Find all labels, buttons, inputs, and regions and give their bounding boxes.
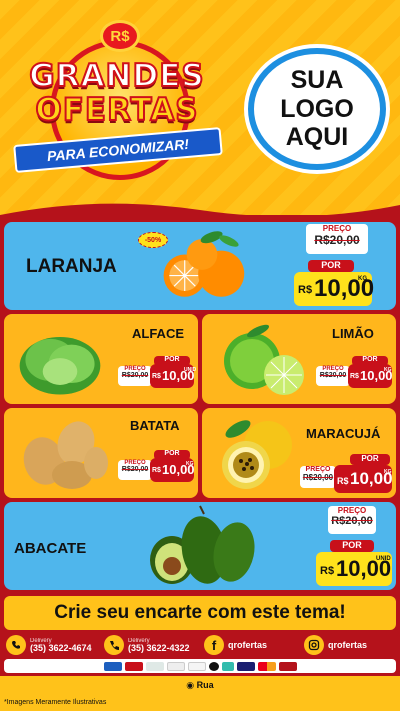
visa-icon (236, 661, 255, 671)
price-tag: R$ 10,00 KG (150, 458, 195, 482)
preco-label: PREÇO (305, 466, 331, 473)
product-name: ABACATE (14, 540, 87, 557)
unit: KG (186, 461, 194, 467)
price-tag: R$ 10,00 KG (334, 465, 393, 493)
currency: R$ (152, 373, 161, 380)
instagram-handle: qrofertas (328, 639, 368, 650)
location-pin-icon: ◉ (186, 680, 195, 690)
phone-icon (104, 635, 124, 655)
unit: KG (384, 469, 392, 475)
por-label: POR (308, 260, 354, 272)
currency: R$ (298, 284, 313, 296)
price-tag: R$ 10,00 KG (348, 364, 393, 388)
preco-label: PREÇO (337, 506, 367, 515)
currency: R$ (152, 467, 161, 474)
unit: KG (358, 276, 367, 282)
product-card-abacate[interactable]: ABACATE PREÇO R$20,00 POR R$ 10,00 UNID (4, 502, 396, 590)
card-icon (166, 661, 185, 671)
old-price-tag: PREÇO R$20,00 (300, 466, 336, 488)
product-card-maracuja[interactable]: MARACUJÁ POR PREÇO R$20,00 R$ 10,00 KG (202, 408, 396, 498)
coin-icon: R$ (100, 20, 140, 52)
old-price-tag: PREÇO R$20,00 (316, 366, 350, 386)
facebook-handle: qrofertas (228, 639, 268, 650)
currency: R$ (320, 565, 335, 577)
por-label: POR (350, 454, 390, 465)
instagram-contact[interactable]: qrofertas (304, 634, 367, 656)
phone-contact[interactable]: Delivery (35) 3622-4322 (104, 634, 190, 656)
price-tag: R$ 10,00 UNID (316, 552, 392, 586)
old-price-tag: PREÇO R$20,00 (118, 366, 152, 386)
price-tag: R$ 10,00 KG (294, 272, 374, 306)
por-label: POR (330, 540, 374, 552)
logo-line1: SUA (290, 65, 344, 94)
preco-label: PREÇO (322, 224, 352, 233)
card-icon (103, 661, 122, 671)
pix-icon (221, 661, 234, 671)
cta-banner[interactable]: Crie seu encarte com este tema! (4, 596, 396, 630)
avocado-image (150, 505, 255, 584)
product-card-batata[interactable]: BATATA POR PREÇO R$20,00 R$ 10,00 KG (4, 408, 198, 498)
lime-image (224, 324, 304, 395)
card-icon (124, 661, 143, 671)
pix-icon (145, 661, 164, 671)
price-tag: R$ 10,00 UNID (150, 364, 197, 388)
address: ◉ Rua (0, 680, 400, 691)
payment-methods (4, 659, 396, 673)
old-price: R$20,00 (121, 372, 149, 379)
product-name: ALFACE (132, 326, 184, 341)
grandes-ofertas-badge: R$ GRANDES OFERTAS PARA ECONOMIZAR! (12, 18, 223, 188)
product-card-laranja[interactable]: LARANJA -50% PREÇO R$20,00 POR R$ 10,00 … (4, 222, 396, 310)
old-price: R$20,00 (331, 515, 373, 527)
old-price-tag: PREÇO R$20,00 (306, 224, 368, 254)
potato-image (23, 421, 108, 489)
elo-icon (208, 661, 219, 671)
currency: R$ (350, 373, 359, 380)
whatsapp-icon (6, 635, 26, 655)
logo-placeholder[interactable]: SUA LOGO AQUI (248, 48, 386, 170)
lettuce-image (19, 336, 101, 395)
product-name: LIMÃO (332, 326, 374, 341)
facebook-contact[interactable]: f qrofertas (204, 634, 267, 656)
product-name: BATATA (130, 418, 180, 433)
disclaimer: *Imagens Meramente Ilustrativas (4, 699, 107, 706)
passion-fruit-image (222, 420, 292, 489)
product-card-alface[interactable]: ALFACE POR PREÇO R$20,00 R$ 10,00 UNID (4, 314, 198, 404)
logo-line2: LOGO (280, 94, 354, 123)
old-price: R$20,00 (302, 473, 334, 482)
title-ofertas: OFERTAS (34, 91, 199, 129)
instagram-icon (304, 635, 324, 655)
old-price-tag: PREÇO R$20,00 (328, 506, 376, 534)
whatsapp-label: Delivery (30, 637, 52, 644)
orange-image (163, 231, 245, 297)
card-icon (187, 661, 206, 671)
mastercard-icon (257, 661, 276, 671)
old-price: R$20,00 (121, 466, 149, 473)
title-grandes: GRANDES (28, 57, 205, 95)
whatsapp-number: (35) 3622-4674 (30, 642, 92, 653)
old-price-tag: PREÇO R$20,00 (118, 460, 152, 480)
whatsapp-contact[interactable]: Delivery (35) 3622-4674 (6, 634, 92, 656)
product-name: LARANJA (26, 256, 117, 277)
address-text: Rua (196, 680, 214, 690)
currency: R$ (337, 476, 349, 486)
phone-number: (35) 3622-4322 (128, 642, 190, 653)
phone-label: Delivery (128, 637, 150, 644)
product-name: MARACUJÁ (306, 426, 381, 441)
product-card-limao[interactable]: LIMÃO POR PREÇO R$20,00 R$ 10,00 KG (202, 314, 396, 404)
facebook-icon: f (204, 635, 224, 655)
unit: KG (384, 367, 392, 373)
logo-line3: AQUI (285, 123, 349, 152)
unit: UNID (184, 367, 197, 373)
old-price: R$20,00 (314, 233, 360, 247)
old-price: R$20,00 (319, 372, 347, 379)
unit: UNID (376, 556, 391, 562)
hipercard-icon (278, 661, 297, 671)
